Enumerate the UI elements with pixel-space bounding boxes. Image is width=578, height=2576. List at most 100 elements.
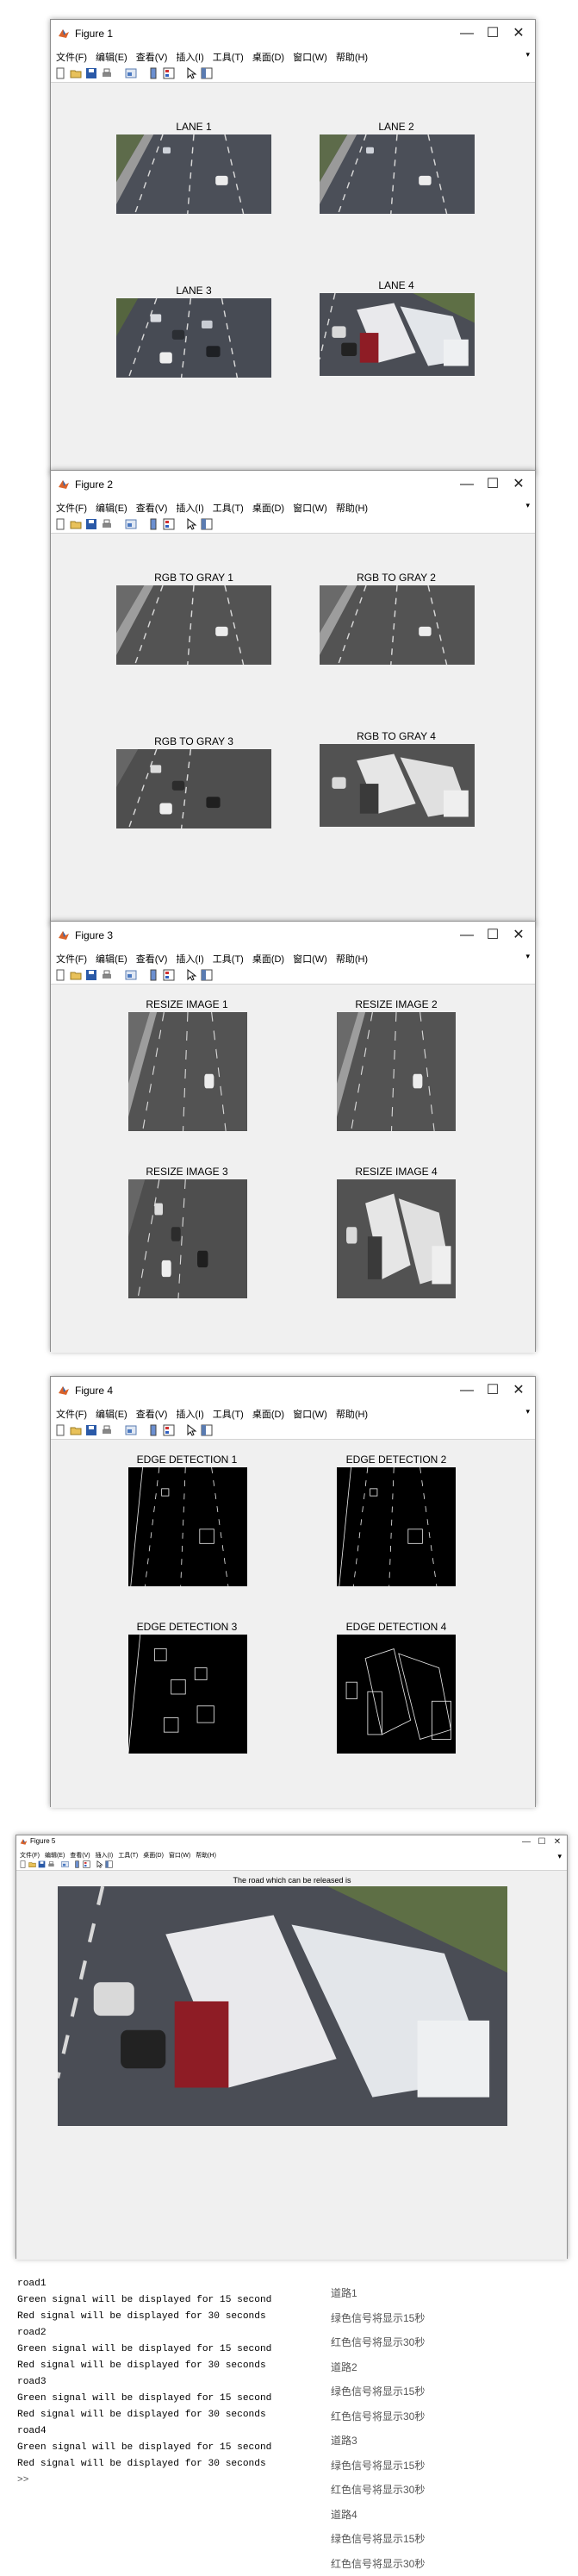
print-icon[interactable] [101, 1424, 113, 1436]
close-icon[interactable]: ✕ [550, 1835, 565, 1849]
plot-tools-icon[interactable] [201, 518, 213, 530]
title-bar[interactable]: Figure 3 — ☐ ✕ [51, 922, 535, 949]
maximize-icon[interactable]: ☐ [480, 925, 506, 946]
menu-file[interactable]: 文件(F) [56, 501, 87, 515]
print-icon[interactable] [101, 969, 113, 981]
menu-edit[interactable]: 编辑(E) [96, 501, 127, 515]
menu-help[interactable]: 帮助(H) [336, 952, 368, 966]
colorbar-icon[interactable] [147, 67, 159, 79]
pointer-icon[interactable] [96, 1860, 103, 1868]
colorbar-icon[interactable] [147, 1424, 159, 1436]
save-icon[interactable] [85, 518, 97, 530]
menu-tools[interactable]: 工具(T) [213, 50, 244, 64]
menu-desktop[interactable]: 桌面(D) [252, 952, 284, 966]
open-file-icon[interactable] [70, 518, 82, 530]
menu-insert[interactable]: 插入(I) [96, 1851, 114, 1860]
title-bar[interactable]: Figure 4 — ☐ ✕ [51, 1377, 535, 1404]
open-file-icon[interactable] [70, 1424, 82, 1436]
plot-tools-icon[interactable] [201, 1424, 213, 1436]
close-icon[interactable]: ✕ [506, 474, 531, 495]
menu-window[interactable]: 窗口(W) [293, 50, 327, 64]
menu-view[interactable]: 查看(V) [70, 1851, 90, 1860]
menu-overflow-icon[interactable]: ▾ [525, 952, 530, 961]
maximize-icon[interactable]: ☐ [480, 1380, 506, 1401]
link-plot-icon[interactable] [125, 518, 137, 530]
save-icon[interactable] [38, 1860, 46, 1868]
menu-window[interactable]: 窗口(W) [293, 1407, 327, 1421]
menu-help[interactable]: 帮助(H) [196, 1851, 216, 1860]
maximize-icon[interactable]: ☐ [534, 1835, 550, 1849]
new-figure-icon[interactable] [19, 1860, 27, 1868]
menu-file[interactable]: 文件(F) [56, 952, 87, 966]
colorbar-icon[interactable] [147, 518, 159, 530]
new-figure-icon[interactable] [54, 969, 66, 981]
legend-icon[interactable] [163, 1424, 175, 1436]
menu-edit[interactable]: 编辑(E) [96, 1407, 127, 1421]
menu-desktop[interactable]: 桌面(D) [252, 1407, 284, 1421]
menu-overflow-icon[interactable]: ▾ [525, 50, 530, 59]
menu-insert[interactable]: 插入(I) [176, 1407, 203, 1421]
close-icon[interactable]: ✕ [506, 23, 531, 44]
legend-icon[interactable] [163, 67, 175, 79]
print-icon[interactable] [101, 518, 113, 530]
legend-icon[interactable] [83, 1860, 90, 1868]
menu-view[interactable]: 查看(V) [136, 952, 168, 966]
open-file-icon[interactable] [28, 1860, 36, 1868]
new-figure-icon[interactable] [54, 67, 66, 79]
legend-icon[interactable] [163, 518, 175, 530]
colorbar-icon[interactable] [73, 1860, 81, 1868]
menu-help[interactable]: 帮助(H) [336, 501, 368, 515]
menu-edit[interactable]: 编辑(E) [45, 1851, 65, 1860]
plot-tools-icon[interactable] [201, 67, 213, 79]
title-bar[interactable]: Figure 2 — ☐ ✕ [51, 471, 535, 498]
menu-desktop[interactable]: 桌面(D) [143, 1851, 164, 1860]
pointer-icon[interactable] [185, 67, 197, 79]
command-prompt[interactable]: >> [17, 2473, 301, 2489]
new-figure-icon[interactable] [54, 1424, 66, 1436]
menu-tools[interactable]: 工具(T) [213, 501, 244, 515]
open-file-icon[interactable] [70, 969, 82, 981]
link-plot-icon[interactable] [125, 969, 137, 981]
minimize-icon[interactable]: — [454, 474, 480, 495]
print-icon[interactable] [101, 67, 113, 79]
close-icon[interactable]: ✕ [506, 1380, 531, 1401]
menu-tools[interactable]: 工具(T) [213, 952, 244, 966]
print-icon[interactable] [47, 1860, 55, 1868]
menu-desktop[interactable]: 桌面(D) [252, 501, 284, 515]
menu-insert[interactable]: 插入(I) [176, 50, 203, 64]
minimize-icon[interactable]: — [519, 1835, 534, 1849]
title-bar[interactable]: Figure 1 — ☐ ✕ [51, 20, 535, 47]
menu-help[interactable]: 帮助(H) [336, 50, 368, 64]
save-icon[interactable] [85, 969, 97, 981]
close-icon[interactable]: ✕ [506, 925, 531, 946]
menu-help[interactable]: 帮助(H) [336, 1407, 368, 1421]
menu-window[interactable]: 窗口(W) [169, 1851, 190, 1860]
menu-view[interactable]: 查看(V) [136, 501, 168, 515]
menu-file[interactable]: 文件(F) [20, 1851, 40, 1860]
menu-overflow-icon[interactable]: ▾ [525, 501, 530, 510]
pointer-icon[interactable] [185, 1424, 197, 1436]
minimize-icon[interactable]: — [454, 925, 480, 946]
pointer-icon[interactable] [185, 969, 197, 981]
minimize-icon[interactable]: — [454, 1380, 480, 1401]
new-figure-icon[interactable] [54, 518, 66, 530]
save-icon[interactable] [85, 1424, 97, 1436]
menu-view[interactable]: 查看(V) [136, 1407, 168, 1421]
legend-icon[interactable] [163, 969, 175, 981]
colorbar-icon[interactable] [147, 969, 159, 981]
menu-edit[interactable]: 编辑(E) [96, 952, 127, 966]
pointer-icon[interactable] [185, 518, 197, 530]
plot-tools-icon[interactable] [201, 969, 213, 981]
menu-edit[interactable]: 编辑(E) [96, 50, 127, 64]
menu-insert[interactable]: 插入(I) [176, 952, 203, 966]
minimize-icon[interactable]: — [454, 23, 480, 44]
menu-view[interactable]: 查看(V) [136, 50, 168, 64]
menu-overflow-icon[interactable]: ▾ [525, 1407, 530, 1416]
menu-tools[interactable]: 工具(T) [118, 1851, 138, 1860]
menu-window[interactable]: 窗口(W) [293, 501, 327, 515]
link-plot-icon[interactable] [125, 67, 137, 79]
link-plot-icon[interactable] [125, 1424, 137, 1436]
menu-tools[interactable]: 工具(T) [213, 1407, 244, 1421]
link-plot-icon[interactable] [61, 1860, 69, 1868]
plot-tools-icon[interactable] [105, 1860, 113, 1868]
